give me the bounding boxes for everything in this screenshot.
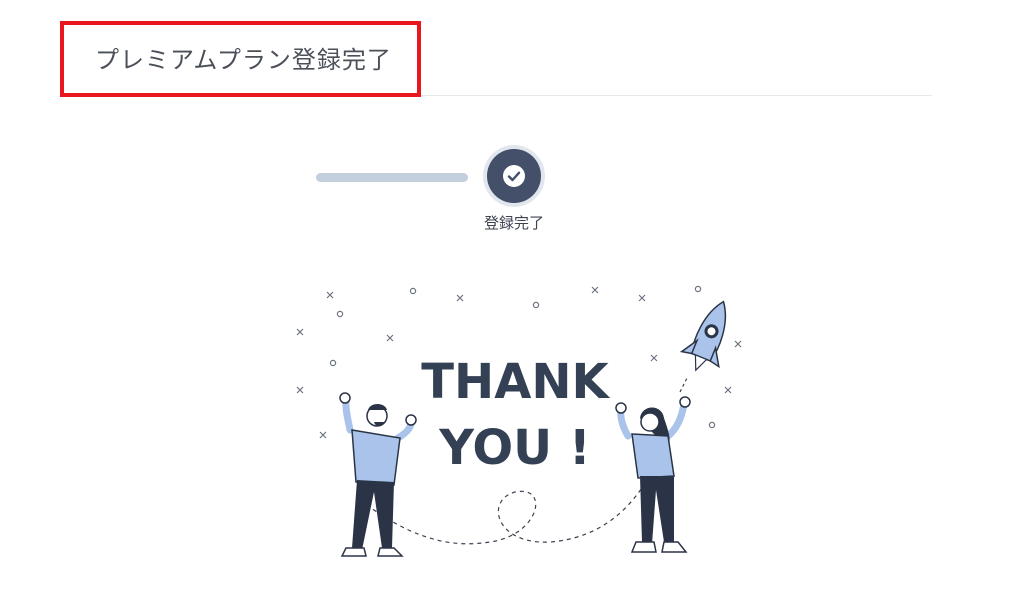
person-cheering-icon bbox=[339, 392, 417, 557]
step-completed-circle bbox=[487, 149, 541, 203]
step-label-registration-complete: 登録完了 bbox=[483, 214, 544, 232]
header-divider bbox=[421, 95, 932, 96]
check-icon bbox=[503, 165, 525, 187]
woman-cheering-icon bbox=[615, 396, 691, 553]
thank-you-line2: YOU ! bbox=[438, 420, 590, 476]
dashed-trail bbox=[359, 474, 651, 545]
progress-connector-line bbox=[316, 173, 468, 182]
thank-you-line1: THANK bbox=[421, 354, 610, 410]
thank-you-illustration: THANK YOU ! bbox=[296, 285, 742, 557]
rocket-icon bbox=[679, 300, 727, 372]
step-completed-indicator bbox=[483, 145, 545, 207]
page-title: プレミアムプラン登録完了 bbox=[95, 46, 392, 74]
